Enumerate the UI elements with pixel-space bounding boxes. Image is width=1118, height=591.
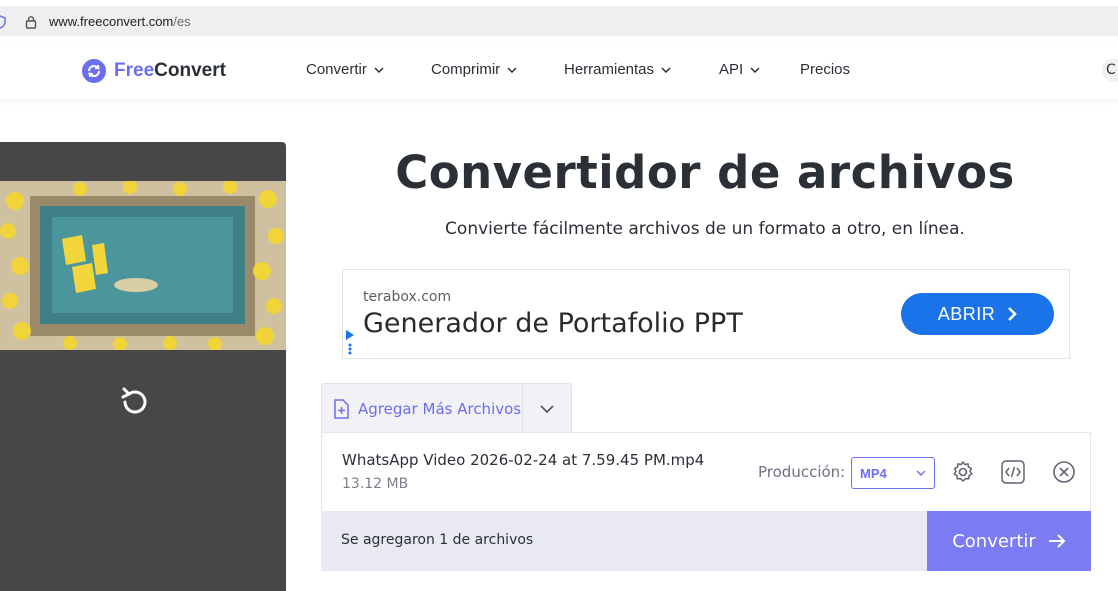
logo-free: Free bbox=[114, 60, 155, 81]
url-text[interactable]: www.freeconvert.com/es bbox=[49, 14, 191, 29]
output-format-value: MP4 bbox=[860, 465, 887, 481]
convert-label: Convertir bbox=[952, 530, 1036, 552]
file-size: 13.12 MB bbox=[342, 476, 409, 492]
url-path: /es bbox=[173, 14, 191, 29]
output-label: Producción: bbox=[758, 463, 846, 481]
chevron-right-icon bbox=[1008, 307, 1018, 321]
file-name: WhatsApp Video 2026-02-24 at 7.59.45 PM.… bbox=[342, 451, 705, 469]
files-status-bar: Se agregaron 1 de archivos bbox=[321, 511, 927, 571]
logo[interactable]: FreeConvert bbox=[82, 59, 226, 83]
add-files-dropdown-button[interactable] bbox=[522, 383, 572, 433]
nav-label: API bbox=[719, 61, 744, 78]
url-field[interactable]: www.freeconvert.com/es bbox=[0, 6, 1118, 36]
logo-text: FreeConvert bbox=[114, 60, 226, 82]
ad-banner[interactable]: terabox.com Generador de Portafolio PPT … bbox=[342, 269, 1070, 359]
freeconvert-logo-icon bbox=[82, 59, 106, 83]
close-circle-icon bbox=[1053, 461, 1075, 483]
shield-icon bbox=[0, 15, 6, 29]
browser-address-bar: www.freeconvert.com/es bbox=[0, 0, 1118, 42]
nav-api[interactable]: API bbox=[719, 61, 760, 78]
video-thumbnail-image bbox=[0, 181, 286, 350]
files-added-count: Se agregaron 1 de archivos bbox=[341, 532, 534, 548]
chevron-down-icon bbox=[540, 404, 554, 413]
nav-convertir[interactable]: Convertir bbox=[306, 61, 384, 78]
lock-icon bbox=[25, 16, 37, 29]
ad-headline[interactable]: Generador de Portafolio PPT bbox=[363, 308, 743, 339]
arrow-right-icon bbox=[1048, 534, 1066, 548]
nav-label: Comprimir bbox=[431, 61, 501, 78]
url-domain: www.freeconvert.com bbox=[49, 14, 174, 29]
nav-label: Herramientas bbox=[564, 61, 655, 78]
ad-open-label: ABRIR bbox=[937, 303, 996, 324]
nav-label: Precios bbox=[800, 61, 851, 78]
nav-precios[interactable]: Precios bbox=[800, 61, 850, 78]
embed-code-button[interactable] bbox=[1000, 459, 1026, 485]
ad-domain: terabox.com bbox=[363, 289, 452, 305]
page-subtitle: Convierte fácilmente archivos de un form… bbox=[445, 219, 965, 239]
remove-file-button[interactable] bbox=[1051, 459, 1077, 485]
add-file-icon bbox=[334, 398, 349, 419]
add-more-files-button[interactable]: Agregar Más Archivos bbox=[321, 383, 524, 433]
add-more-files-label: Agregar Más Archivos bbox=[358, 399, 522, 418]
header-edge-button[interactable]: C bbox=[1102, 58, 1118, 82]
gear-icon bbox=[953, 461, 973, 482]
logo-convert: Convert bbox=[154, 60, 226, 81]
output-format-select[interactable]: MP4 bbox=[851, 457, 935, 489]
code-icon bbox=[1001, 460, 1025, 484]
settings-button[interactable] bbox=[950, 459, 976, 485]
ad-open-button[interactable]: ABRIR bbox=[901, 293, 1054, 335]
video-thumbnail[interactable] bbox=[0, 181, 286, 350]
chevron-down-icon bbox=[374, 66, 384, 73]
rotate-icon[interactable] bbox=[117, 384, 153, 420]
ad-choices-icon[interactable] bbox=[345, 328, 355, 356]
nav-herramientas[interactable]: Herramientas bbox=[564, 61, 671, 78]
chevron-down-icon bbox=[507, 66, 517, 73]
chevron-down-icon bbox=[916, 470, 926, 476]
file-row: WhatsApp Video 2026-02-24 at 7.59.45 PM.… bbox=[321, 432, 1091, 513]
site-header: FreeConvert Convertir Comprimir Herramie… bbox=[0, 42, 1118, 99]
chevron-down-icon bbox=[661, 66, 671, 73]
nav-comprimir[interactable]: Comprimir bbox=[431, 61, 517, 78]
page-title: Convertidor de archivos bbox=[395, 146, 1015, 199]
nav-label: Convertir bbox=[306, 61, 367, 78]
convert-button[interactable]: Convertir bbox=[927, 511, 1091, 571]
chevron-down-icon bbox=[750, 66, 760, 73]
